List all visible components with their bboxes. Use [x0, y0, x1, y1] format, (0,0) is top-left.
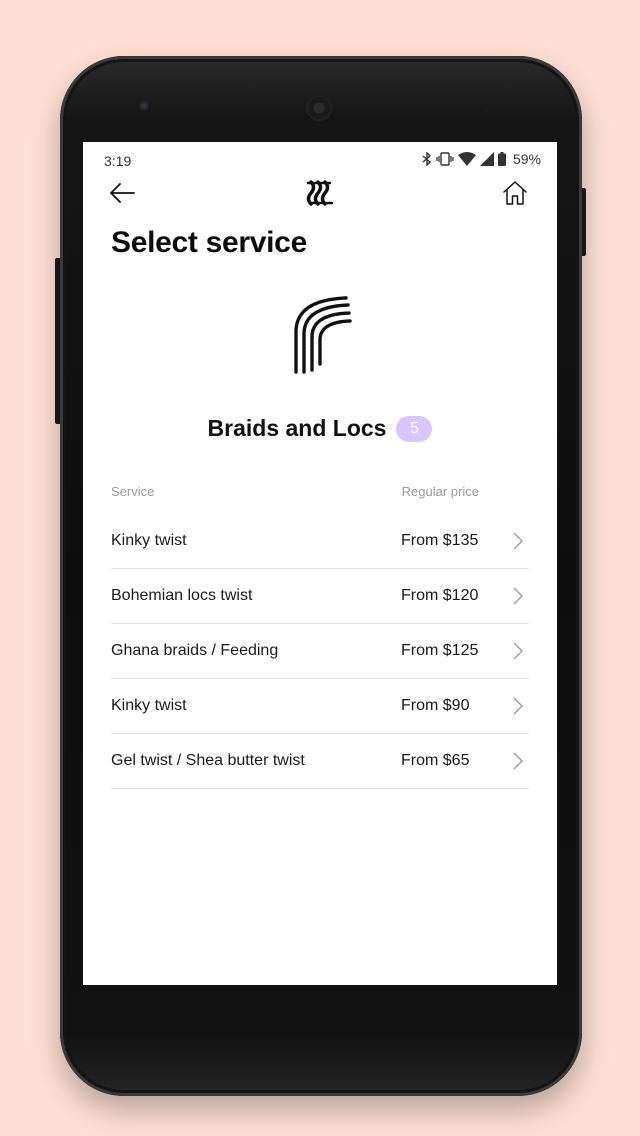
brand-logo	[305, 178, 335, 208]
wifi-icon	[457, 152, 476, 166]
category-illustration	[286, 292, 356, 374]
service-price: From $125	[401, 642, 479, 659]
proximity-sensor	[483, 107, 488, 112]
back-button[interactable]	[107, 178, 137, 208]
status-icons: 59%	[422, 151, 541, 167]
service-name: Bohemian locs twist	[111, 587, 253, 604]
service-row[interactable]: Bohemian locs twist From $120	[111, 569, 529, 624]
category-title: Braids and Locs	[207, 415, 387, 441]
app-screen: 3:19 59% Select service Braids and Locs …	[83, 142, 557, 985]
service-name: Kinky twist	[111, 532, 187, 549]
front-camera	[139, 101, 151, 113]
chevron-right-icon	[513, 532, 523, 550]
column-header-price: Regular price	[401, 484, 479, 499]
service-price: From $135	[401, 532, 479, 549]
table-header: Service Regular price	[111, 484, 529, 514]
home-button[interactable]	[501, 179, 529, 207]
service-name: Gel twist / Shea butter twist	[111, 752, 305, 769]
chevron-right-icon	[513, 587, 523, 605]
battery-icon	[497, 152, 506, 166]
service-name: Ghana braids / Feeding	[111, 642, 279, 659]
service-row[interactable]: Kinky twist From $90	[111, 679, 529, 734]
column-header-service: Service	[111, 484, 155, 499]
service-price: From $120	[401, 587, 479, 604]
page-title: Select service	[111, 226, 307, 259]
count-badge: 5	[396, 415, 433, 442]
braids-icon	[294, 296, 352, 374]
arrow-left-icon	[110, 183, 135, 203]
chevron-right-icon	[513, 697, 523, 715]
service-row[interactable]: Ghana braids / Feeding From $125	[111, 624, 529, 679]
brand-logo-icon	[306, 180, 334, 206]
category-header: Braids and Locs 5	[83, 415, 557, 442]
vibrate-icon	[436, 152, 454, 166]
status-time: 3:19	[104, 153, 132, 169]
battery-percent: 59%	[512, 151, 541, 167]
signal-icon	[479, 152, 494, 166]
service-row[interactable]: Gel twist / Shea butter twist From $65	[111, 734, 529, 789]
service-table: Service Regular price Kinky twist From $…	[111, 484, 529, 789]
status-bar: 3:19 59%	[83, 142, 557, 178]
service-row[interactable]: Kinky twist From $135	[111, 514, 529, 569]
home-icon	[503, 181, 527, 205]
service-price: From $65	[401, 752, 470, 769]
earpiece-speaker	[306, 95, 332, 121]
service-price: From $90	[401, 697, 470, 714]
chevron-right-icon	[513, 752, 523, 770]
service-name: Kinky twist	[111, 697, 187, 714]
bluetooth-icon	[422, 152, 431, 166]
chevron-right-icon	[513, 642, 523, 660]
